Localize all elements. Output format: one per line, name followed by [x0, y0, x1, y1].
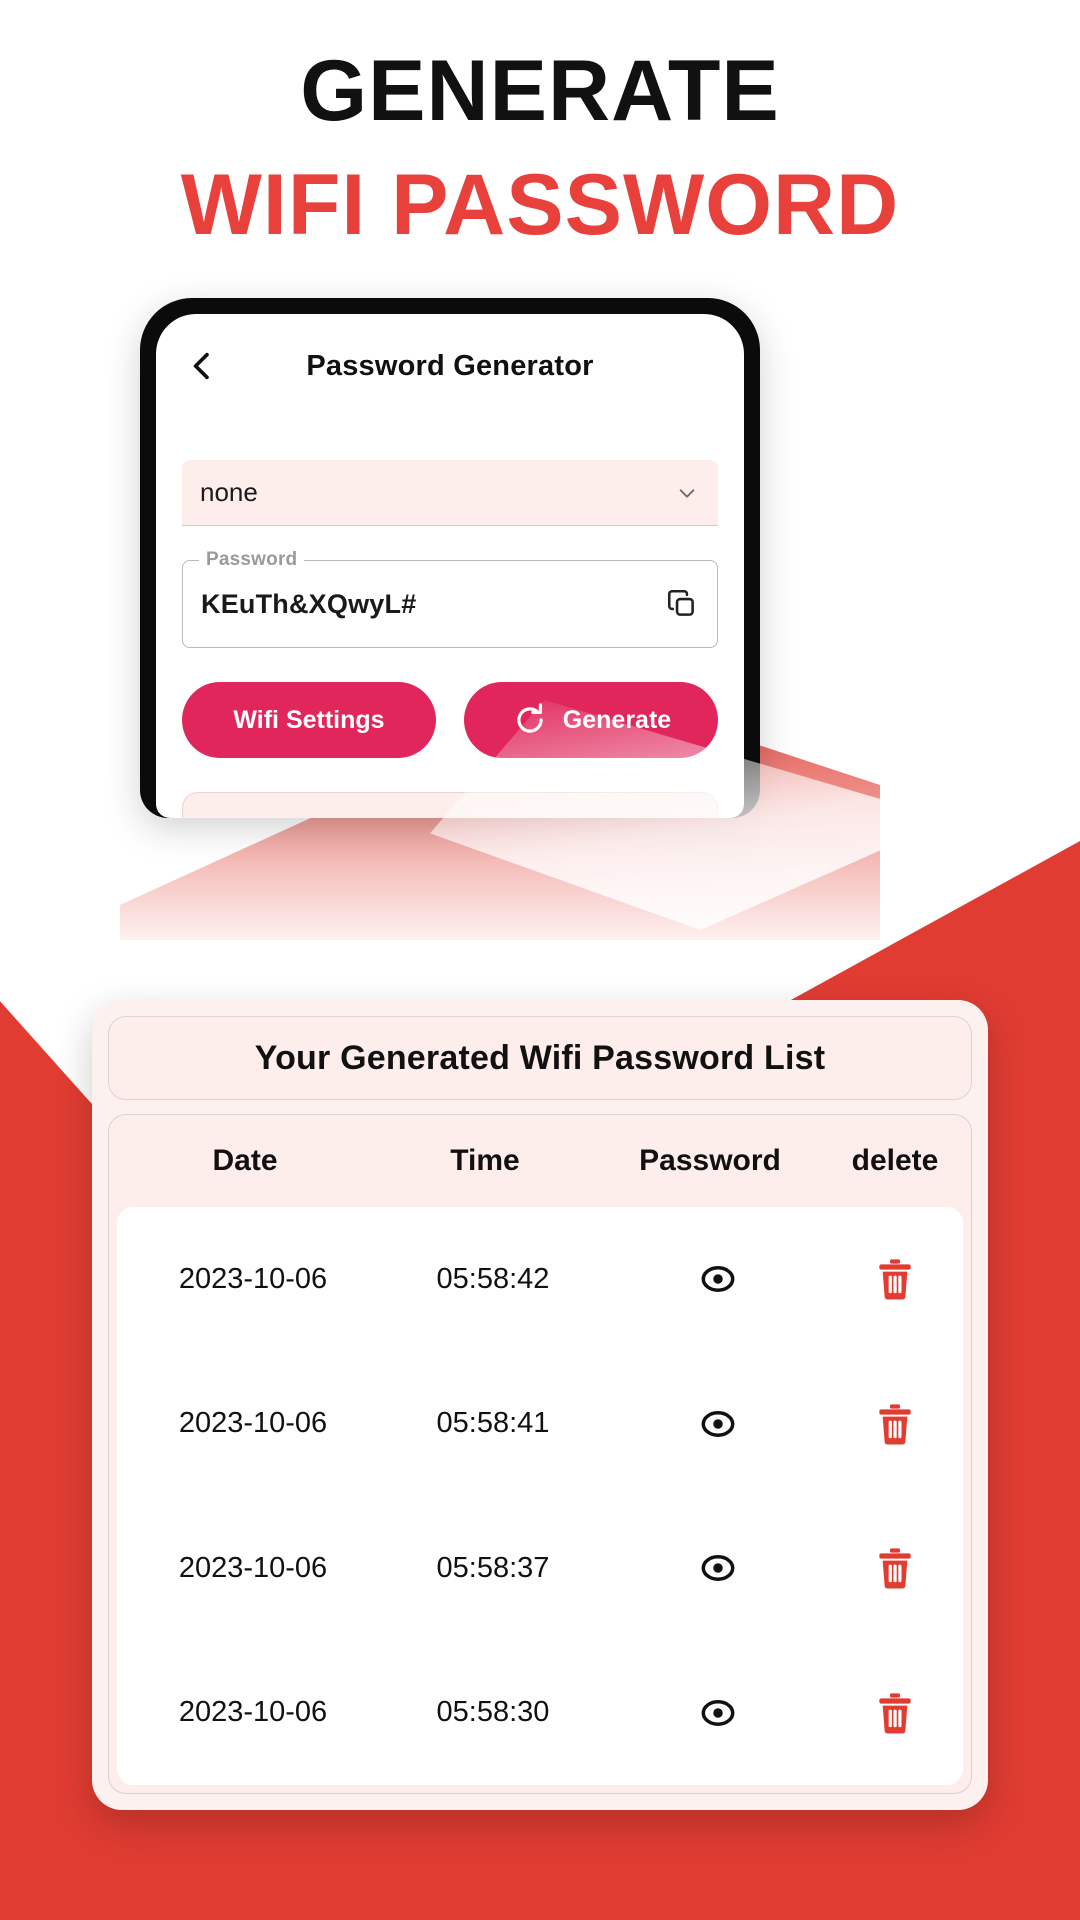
phone-mockup: Password Generator none Password KEuTh&X…: [140, 298, 760, 818]
delete-row-button[interactable]: [833, 1401, 957, 1447]
delete-row-button[interactable]: [833, 1256, 957, 1302]
column-header-delete: delete: [851, 1144, 939, 1177]
table-body: 2023-10-06 05:58:42 2023-10-06 05:58:41 …: [117, 1207, 963, 1785]
table-row[interactable]: 2023-10-06 05:58:41: [117, 1352, 963, 1497]
list-card-title: Your Generated Wifi Password List: [108, 1016, 972, 1100]
chevron-left-icon: [185, 349, 219, 383]
eye-icon: [697, 1547, 739, 1589]
headline-line-2: WIFI PASSWORD: [180, 156, 900, 253]
column-header-password: Password: [639, 1144, 781, 1177]
reveal-password-button[interactable]: [603, 1258, 833, 1300]
column-header-date: Date: [212, 1144, 278, 1177]
trash-icon: [875, 1401, 915, 1447]
delete-row-button[interactable]: [833, 1690, 957, 1736]
cell-date: 2023-10-06: [178, 1696, 328, 1729]
reveal-password-button[interactable]: [603, 1403, 833, 1445]
cell-time: 05:58:30: [436, 1696, 550, 1729]
chevron-down-icon: [674, 480, 700, 506]
wifi-settings-label: Wifi Settings: [233, 705, 385, 734]
eye-icon: [697, 1692, 739, 1734]
eye-icon: [697, 1403, 739, 1445]
trash-icon: [875, 1256, 915, 1302]
cell-date: 2023-10-06: [178, 1262, 328, 1295]
table-row[interactable]: 2023-10-06 05:58:37: [117, 1496, 963, 1641]
cell-time: 05:58:37: [436, 1551, 550, 1584]
list-title-peek: Your Generated Wifi Password List: [182, 792, 718, 818]
delete-row-button[interactable]: [833, 1545, 957, 1591]
cell-time: 05:58:41: [436, 1407, 550, 1440]
back-button[interactable]: [182, 346, 222, 386]
app-body: none Password KEuTh&XQwyL# Wifi Settings…: [156, 460, 744, 818]
generate-button[interactable]: Generate: [464, 682, 718, 758]
page-title: Password Generator: [306, 349, 594, 382]
table-header-row: Date Time Password delete: [109, 1115, 971, 1207]
security-select-value: none: [200, 477, 258, 507]
action-button-row: Wifi Settings Generate: [182, 682, 718, 758]
column-header-time: Time: [450, 1144, 520, 1177]
wifi-settings-button[interactable]: Wifi Settings: [182, 682, 436, 758]
promo-screenshot: GENERATE WIFI PASSWORD Password Generato…: [0, 0, 1080, 1920]
copy-icon[interactable]: [665, 587, 699, 621]
generate-label: Generate: [562, 705, 672, 734]
promo-headline: GENERATE WIFI PASSWORD: [0, 43, 1080, 253]
cell-date: 2023-10-06: [178, 1407, 328, 1440]
table-row[interactable]: 2023-10-06 05:58:30: [117, 1641, 963, 1786]
password-field-legend: Password: [199, 549, 305, 571]
phone-screen: Password Generator none Password KEuTh&X…: [156, 314, 744, 818]
eye-icon: [697, 1258, 739, 1300]
cell-date: 2023-10-06: [178, 1551, 328, 1584]
app-bar: Password Generator: [156, 314, 744, 418]
table-row[interactable]: 2023-10-06 05:58:42: [117, 1207, 963, 1352]
generated-password-list-card: Your Generated Wifi Password List Date T…: [92, 1000, 988, 1810]
password-field[interactable]: Password KEuTh&XQwyL#: [182, 549, 718, 648]
password-table: Date Time Password delete 2023-10-06 05:…: [108, 1114, 972, 1794]
security-select[interactable]: none: [182, 460, 718, 526]
reveal-password-button[interactable]: [603, 1547, 833, 1589]
reveal-password-button[interactable]: [603, 1692, 833, 1734]
password-value: KEuTh&XQwyL#: [201, 588, 417, 619]
headline-line-1: GENERATE: [300, 43, 780, 139]
cell-time: 05:58:42: [436, 1262, 550, 1295]
trash-icon: [875, 1545, 915, 1591]
refresh-icon: [511, 701, 549, 739]
trash-icon: [875, 1690, 915, 1736]
